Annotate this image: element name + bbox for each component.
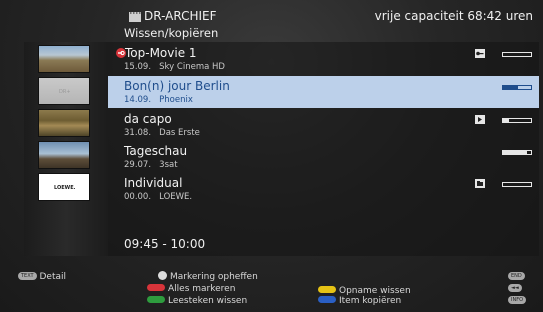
detail-label: Detail <box>39 272 66 282</box>
loewe-logo: LOEWE. <box>54 185 76 191</box>
red-key-icon <box>147 284 165 291</box>
recording-date: 29.07. <box>124 160 152 170</box>
progress-bar <box>502 182 532 187</box>
recording-meta: 00.00. LOEWE. <box>124 192 192 202</box>
info-key-hint[interactable]: INFO <box>508 295 527 306</box>
end-key-hint[interactable]: END <box>508 271 525 282</box>
recording-channel: LOEWE. <box>159 192 193 202</box>
unmark-hint[interactable]: Markering opheffen <box>158 271 258 282</box>
detail-hint[interactable]: TEXT Detail <box>18 271 66 282</box>
recording-channel: Das Erste <box>159 128 200 138</box>
delete-recording-label: Opname wissen <box>339 286 411 296</box>
recording-channel: Phoenix <box>159 95 193 105</box>
thumbnail-label: DR+ <box>59 89 71 95</box>
mark-all-hint[interactable]: Alles markeren <box>147 284 235 294</box>
header: DR-ARCHIEF Wissen/kopiëren vrije capacit… <box>0 0 543 44</box>
recording-meta: 15.09. Sky Cinema HD <box>124 62 225 72</box>
copy-item-hint[interactable]: Item kopiëren <box>318 296 401 306</box>
progress-fill <box>503 86 519 89</box>
unmark-label: Markering opheffen <box>170 272 258 282</box>
recording-title: da capo <box>124 112 172 126</box>
recording-title: Individual <box>124 176 183 190</box>
screen: DR-ARCHIEF Wissen/kopiëren vrije capacit… <box>0 0 543 312</box>
delete-recording-hint[interactable]: Opname wissen <box>318 286 411 296</box>
end-key-icon: END <box>508 271 525 280</box>
recording-title: Top-Movie 1 <box>125 46 197 60</box>
folder-icon <box>475 179 485 188</box>
film-archive-icon <box>129 12 141 22</box>
key-icon <box>475 49 485 58</box>
list-item-bonjour-berlin[interactable]: Bon(n) jour Berlin 14.09. Phoenix <box>108 76 539 108</box>
thumbnail-tageschau <box>38 141 90 169</box>
progress-bar <box>502 52 532 57</box>
recording-meta: 29.07. 3sat <box>124 160 178 170</box>
copy-item-label: Item kopiëren <box>339 296 402 306</box>
recording-title: Bon(n) jour Berlin <box>124 79 230 93</box>
ok-key-icon <box>158 271 167 280</box>
free-capacity: vrije capaciteit 68:42 uren <box>374 9 533 23</box>
recording-meta: 31.08. Das Erste <box>124 128 200 138</box>
progress-bar <box>502 118 532 123</box>
list-item-top-movie[interactable]: Top-Movie 1 15.09. Sky Cinema HD <box>108 43 539 75</box>
page-title: DR-ARCHIEF <box>144 9 217 23</box>
delete-bookmark-hint[interactable]: Leesteken wissen <box>147 296 247 306</box>
recording-meta: 14.09. Phoenix <box>124 95 193 105</box>
delete-bookmark-label: Leesteken wissen <box>168 296 248 306</box>
rewind-key-icon: ◄◄ <box>508 283 522 292</box>
recording-date: 00.00. <box>124 192 152 202</box>
green-key-icon <box>147 296 165 303</box>
list-item-individual[interactable]: Individual 00.00. LOEWE. <box>108 173 539 205</box>
list-item-da-capo[interactable]: da capo 31.08. Das Erste <box>108 109 539 141</box>
recording-date: 14.09. <box>124 95 152 105</box>
blue-key-icon <box>318 296 336 303</box>
progress-fill <box>503 151 527 154</box>
thumbnail-top-movie <box>38 45 90 73</box>
yellow-key-icon <box>318 286 336 293</box>
progress-bar <box>502 85 532 90</box>
recording-title: Tageschau <box>124 144 188 158</box>
recording-channel: 3sat <box>159 160 178 170</box>
page-subtitle: Wissen/kopiëren <box>124 26 219 40</box>
rewind-key-hint[interactable]: ◄◄ <box>508 283 522 294</box>
thumbnail-da-capo <box>38 109 90 137</box>
info-key-icon: INFO <box>508 295 527 304</box>
progress-bar <box>502 150 532 155</box>
thumbnail-bonjour-berlin: DR+ <box>38 77 90 105</box>
mark-all-label: Alles markeren <box>168 284 236 294</box>
recording-channel: Sky Cinema HD <box>159 62 225 72</box>
recording-date: 31.08. <box>124 128 152 138</box>
progress-fill <box>503 119 509 122</box>
thumbnail-individual: LOEWE. <box>38 173 90 201</box>
recording-date: 15.09. <box>124 62 152 72</box>
play-marker-icon <box>475 115 485 124</box>
list-item-tageschau[interactable]: Tageschau 29.07. 3sat <box>108 141 539 173</box>
text-key-icon: TEXT <box>18 271 37 280</box>
time-range: 09:45 - 10:00 <box>124 237 206 251</box>
footer-legend: TEXT Detail Markering opheffen Alles mar… <box>0 262 543 312</box>
